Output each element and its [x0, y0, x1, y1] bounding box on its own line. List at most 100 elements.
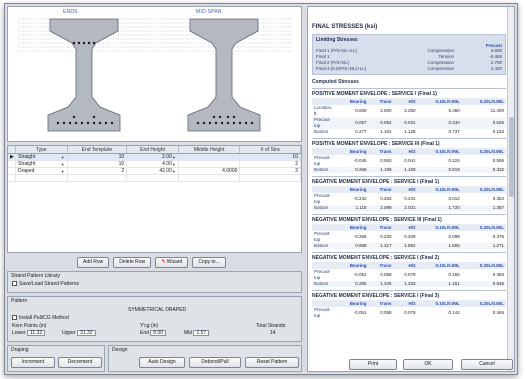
- type-cell[interactable]: Straight ▼: [16, 154, 68, 160]
- auto-design-button[interactable]: Auto Design: [139, 357, 185, 368]
- stress-report-panel[interactable]: FINAL STRESSES (ksi) Limiting Stresses P…: [307, 6, 515, 372]
- end-template-cell[interactable]: 10: [68, 161, 128, 167]
- save-load-checkbox[interactable]: Save/Load Strand Patterns: [12, 281, 79, 287]
- end-template-cell[interactable]: 10: [68, 154, 128, 160]
- type-cell[interactable]: Draped ▼: [16, 168, 68, 174]
- strand-table: Type End Template End Height Middle Heig…: [7, 145, 302, 253]
- row-marker: [8, 168, 16, 174]
- envelope-title: POSITIVE MOMENT ENVELOPE : SERVICE I (Fi…: [312, 91, 437, 97]
- lower-kern-field[interactable]: 11.32: [27, 330, 46, 336]
- print-button[interactable]: Print: [349, 359, 397, 370]
- col-end-height: End Height: [127, 146, 179, 153]
- envelope-row-label: Location, ft: [314, 105, 333, 116]
- strand-library-group: Strand Pattern Library Save/Load Strand …: [7, 271, 302, 293]
- decrement-button[interactable]: Decrement: [58, 357, 102, 368]
- type-cell[interactable]: Straight ▼: [16, 161, 68, 167]
- envelope-table: Bearing Trans H/2 0.10L/0.90L 0.20L/0.80L Pre…: [312, 300, 506, 319]
- envelope-row-label: Bottom: [314, 129, 329, 134]
- envelope-col-header: 0.10L/0.90L: [417, 98, 462, 105]
- envelope-title: NEGATIVE MOMENT ENVELOPE : SERVICE I (Fi…: [312, 179, 440, 185]
- envelope-cell: 0.054: [368, 117, 394, 129]
- end-height-cell[interactable]: 4.00 ▼: [127, 161, 179, 167]
- strand-count-cell[interactable]: 10: [240, 154, 301, 160]
- envelope-row-label: Precast-top: [314, 193, 331, 204]
- envelope-cell: -0.045: [353, 158, 367, 163]
- envelope-title: NEGATIVE MOMENT ENVELOPE : SERVICE I (Fi…: [312, 293, 440, 299]
- chevron-down-icon[interactable]: ▼: [61, 154, 65, 160]
- chevron-down-icon[interactable]: ▼: [172, 168, 176, 174]
- cancel-button[interactable]: Cancel: [461, 359, 513, 370]
- envelope-row-label: Bottom: [312, 243, 336, 249]
- chevron-down-icon[interactable]: ▼: [61, 161, 65, 167]
- envelope-col-header: 0.10L/0.90L: [417, 300, 462, 307]
- envelope-cell: 0.153: [492, 129, 504, 134]
- envelope-cell: 1.606: [417, 243, 462, 249]
- envelope-col-header: Trans: [368, 262, 394, 269]
- envelope-title: POSITIVE MOMENT ENVELOPE : SERVICE III (…: [312, 141, 440, 147]
- envelope-row: Bottom 1.118 2.099 2.031 1.720 1.367: [312, 205, 506, 211]
- ycg-end-field[interactable]: 8.00: [150, 330, 167, 336]
- ycg-mid-field[interactable]: 2.57: [193, 330, 210, 336]
- install-pull-checkbox[interactable]: Install Pull/CG Method: [12, 315, 69, 321]
- envelope-col-header: Trans: [368, 148, 394, 155]
- col-type: Type: [16, 146, 68, 153]
- envelope-cell: 0.240: [417, 117, 462, 129]
- add-row-button[interactable]: Add Row: [77, 257, 110, 268]
- envelope-cell: 0.263: [380, 196, 392, 201]
- envelope-cell: 1.892: [393, 243, 418, 249]
- envelope-cell: 5.450: [448, 108, 460, 113]
- envelope-row: Bottom 0.286 1.345 1.333 1.151 0.846: [312, 281, 506, 287]
- middle-height-cell[interactable]: 4.0000: [179, 168, 241, 174]
- envelope-cell: 0.058: [380, 310, 392, 315]
- envelope-cell: 0.058: [380, 272, 392, 277]
- middle-height-cell[interactable]: [179, 154, 241, 160]
- envelope-col-header: [312, 300, 336, 307]
- pattern-group: Pattern SYMMETRICAL DRAPED Install Pull/…: [7, 296, 302, 342]
- upper-kern-field[interactable]: 31.32: [77, 330, 96, 336]
- strand-table-header: Type End Template End Height Middle Heig…: [8, 146, 301, 154]
- envelope-col-header: [312, 148, 336, 155]
- envelope-col-header: Bearing: [336, 224, 369, 231]
- copy-to-button[interactable]: Copy to...: [192, 257, 226, 268]
- increment-button[interactable]: Increment: [11, 357, 55, 368]
- chevron-down-icon[interactable]: ▼: [61, 168, 65, 174]
- ok-button[interactable]: OK: [403, 359, 453, 370]
- envelope-col-header: Bearing: [336, 300, 369, 307]
- envelope-col-header: Bearing: [336, 262, 369, 269]
- strand-count-cell[interactable]: 2: [240, 168, 301, 174]
- computed-stresses-title: Computed Stresses: [312, 79, 359, 85]
- table-row[interactable]: Draped ▼ 2 42.00 ▼ 4.0000 2: [8, 168, 301, 175]
- end-height-cell[interactable]: 2.00 ▼: [127, 154, 179, 160]
- middle-height-cell[interactable]: [179, 161, 241, 167]
- total-strands-value: 14: [270, 330, 276, 336]
- end-height-cell[interactable]: 42.00 ▼: [127, 168, 179, 174]
- ends-beam-shape: [47, 18, 121, 132]
- strand-count-cell[interactable]: 2: [240, 161, 301, 167]
- limiting-stresses-box: Limiting Stresses Precast Final 1 (P/S+D…: [312, 34, 506, 75]
- envelope-col-header: Trans: [368, 98, 394, 105]
- envelope-col-header: 0.10L/0.90L: [417, 148, 462, 155]
- chevron-down-icon[interactable]: ▼: [172, 161, 176, 167]
- reset-pattern-button[interactable]: Reset Pattern: [245, 357, 299, 368]
- envelope-col-header: [312, 98, 336, 105]
- pattern-title: Pattern: [11, 298, 28, 304]
- chevron-down-icon[interactable]: ▼: [172, 154, 176, 160]
- envelope-cell: 0.819: [417, 167, 462, 173]
- table-row[interactable]: ▶ Straight ▼ 10 2.00 ▼ 10: [8, 154, 301, 161]
- table-row[interactable]: Straight ▼ 10 4.00 ▼ 2: [8, 161, 301, 168]
- envelope-cell: 0.626: [461, 117, 506, 129]
- report-scrollbar[interactable]: [507, 7, 514, 371]
- ycg-mid: Mid 2.57: [184, 330, 210, 336]
- delete-row-button[interactable]: Delete Row: [113, 257, 152, 268]
- table-row-empty[interactable]: [8, 175, 301, 182]
- envelope-cell: 0.737: [448, 129, 460, 134]
- envelope-row-label: Precast-top: [314, 269, 331, 280]
- scrollbar-thumb[interactable]: [509, 117, 514, 197]
- end-template-cell[interactable]: 2: [68, 168, 128, 174]
- envelope-cell: 0.209: [404, 234, 416, 239]
- wizard-button[interactable]: ↰ Wizard: [155, 257, 189, 268]
- debond-pull-button[interactable]: Debond/Pull: [189, 357, 241, 368]
- envelope-cell: -0.051: [353, 310, 367, 315]
- envelope-cell: 2.000: [380, 108, 392, 113]
- envelope-section: POSITIVE MOMENT ENVELOPE : SERVICE III (…: [312, 138, 506, 173]
